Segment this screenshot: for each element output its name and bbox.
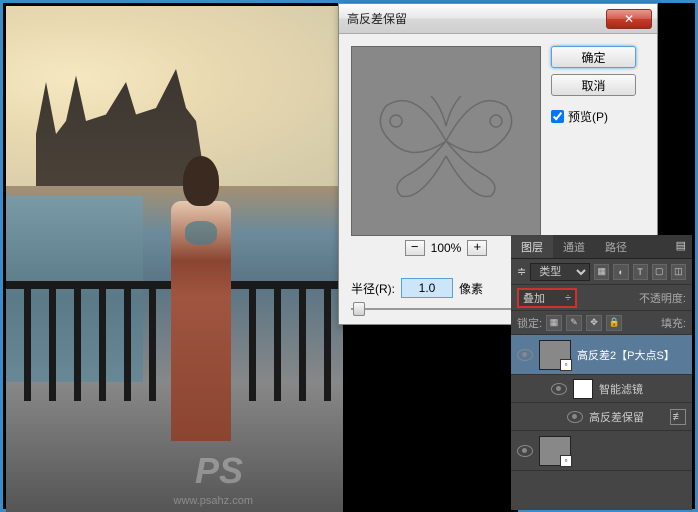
filter-shape-icon[interactable]: ▢ xyxy=(652,264,667,280)
radius-label: 半径(R): xyxy=(351,280,395,297)
filter-name: 高反差保留 xyxy=(589,409,644,425)
panel-menu-icon[interactable]: ▤ xyxy=(670,235,692,258)
layer-thumbnail[interactable]: ▫ xyxy=(539,436,571,466)
visibility-icon[interactable] xyxy=(517,349,533,361)
layer-filter-highpass[interactable]: 高反差保留 ≢ xyxy=(511,403,692,431)
lock-pos-icon[interactable]: ✥ xyxy=(586,315,602,331)
filter-mask-thumbnail[interactable] xyxy=(573,379,593,399)
radius-slider-thumb[interactable] xyxy=(353,302,365,316)
zoom-out-button[interactable]: − xyxy=(405,240,425,256)
watermark-text: PS xyxy=(195,450,243,492)
layer-row[interactable]: ▫ xyxy=(511,431,692,471)
fill-label: 填充: xyxy=(661,315,686,331)
canvas-photo: PS www.psahz.com xyxy=(6,6,343,512)
tab-layers[interactable]: 图层 xyxy=(511,235,553,258)
radius-unit: 像素 xyxy=(459,280,483,297)
blend-mode-select[interactable]: 叠加÷ xyxy=(517,288,577,308)
butterfly-preview-icon xyxy=(366,76,526,206)
layer-name: 高反差2【P大点S】 xyxy=(577,347,675,363)
visibility-icon[interactable] xyxy=(551,383,567,395)
tab-paths[interactable]: 路径 xyxy=(595,235,637,258)
filter-preview[interactable] xyxy=(351,46,541,236)
radius-input[interactable] xyxy=(401,278,453,298)
filter-type-icon[interactable]: T xyxy=(633,264,648,280)
visibility-icon[interactable] xyxy=(567,411,583,423)
dialog-title: 高反差保留 xyxy=(347,10,606,27)
lock-label: 锁定: xyxy=(517,315,542,331)
layer-thumbnail[interactable]: ▫ xyxy=(539,340,571,370)
ok-button[interactable]: 确定 xyxy=(551,46,636,68)
close-button[interactable]: ✕ xyxy=(606,9,652,29)
smart-filters-label: 智能滤镜 xyxy=(599,381,643,397)
visibility-icon[interactable] xyxy=(517,445,533,457)
filter-pixel-icon[interactable]: ▦ xyxy=(594,264,609,280)
filter-adjust-icon[interactable]: ◐ xyxy=(613,264,628,280)
preview-checkbox[interactable] xyxy=(551,110,564,123)
watermark-url: www.psahz.com xyxy=(174,495,253,507)
zoom-level: 100% xyxy=(431,241,462,255)
lock-paint-icon[interactable]: ✎ xyxy=(566,315,582,331)
preview-checkbox-label[interactable]: 预览(P) xyxy=(551,108,636,125)
zoom-in-button[interactable]: + xyxy=(467,240,487,256)
layers-panel: 图层 通道 路径 ▤ ≑ 类型 ▦ ◐ T ▢ ◫ 叠加÷ 不透明度: 锁定: … xyxy=(511,235,692,510)
lock-trans-icon[interactable]: ▦ xyxy=(546,315,562,331)
dialog-titlebar[interactable]: 高反差保留 ✕ xyxy=(339,4,657,34)
layer-highpass2[interactable]: ▫ 高反差2【P大点S】 xyxy=(511,335,692,375)
kind-select[interactable]: 类型 xyxy=(530,263,590,281)
tab-channels[interactable]: 通道 xyxy=(553,235,595,258)
lock-all-icon[interactable]: 🔒 xyxy=(606,315,622,331)
opacity-label: 不透明度: xyxy=(639,290,686,306)
kind-filter-icon[interactable]: ≑ xyxy=(517,265,526,278)
cancel-button[interactable]: 取消 xyxy=(551,74,636,96)
layer-smart-filters[interactable]: 智能滤镜 xyxy=(511,375,692,403)
filter-smart-icon[interactable]: ◫ xyxy=(671,264,686,280)
filter-blend-icon[interactable]: ≢ xyxy=(670,409,686,425)
